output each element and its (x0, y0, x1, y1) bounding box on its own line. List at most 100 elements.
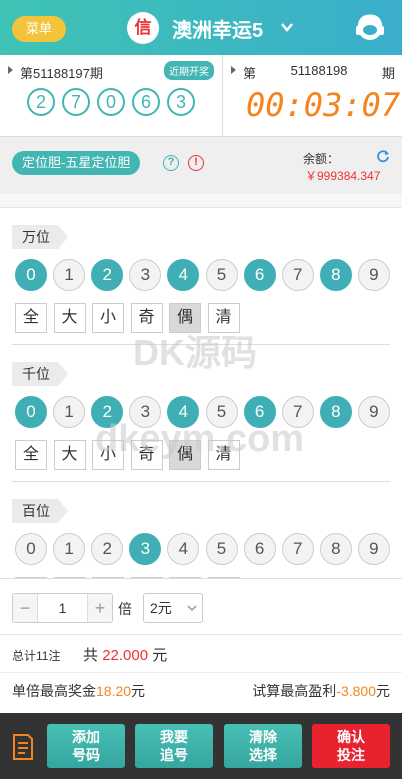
digit-ball[interactable]: 1 (53, 396, 86, 428)
position-section: 万位 0 1 2 3 4 5 6 7 8 9 全大小奇偶清 (0, 208, 402, 345)
chase-label: 我要追号 (160, 729, 188, 763)
current-period-prefix: 第 (243, 66, 257, 81)
total-amount-value: 22.000 (102, 647, 149, 664)
digit-ball[interactable]: 8 (319, 396, 352, 428)
quick-select-button[interactable]: 大 (53, 303, 86, 333)
bet-totals: 总计11注 共 22.000 元 单倍最高奖金18.20元 试算最高盈利-3.8… (0, 635, 402, 713)
max-profit-value: -3.800 (336, 683, 376, 699)
max-profit-suffix: 元 (376, 683, 390, 699)
position-label: 百位 (12, 499, 68, 523)
menu-button[interactable]: 菜单 (12, 16, 66, 42)
game-title[interactable]: 澳洲幸运5 (172, 14, 263, 43)
current-period-suffix: 期 (381, 66, 395, 81)
digit-ball[interactable]: 4 (167, 259, 200, 291)
play-mode-button[interactable]: 定位胆-五星定位胆 (12, 151, 141, 175)
chevron-down-icon[interactable] (280, 20, 294, 34)
digit-ball[interactable]: 5 (205, 533, 238, 565)
warning-icon[interactable]: ! (188, 155, 204, 171)
number-picker: 万位 0 1 2 3 4 5 6 7 8 9 全大小奇偶清千位 0 1 2 3 4 5 6 7 8 9 全大小奇偶清百位 0 1… (0, 208, 402, 578)
add-numbers-button[interactable]: 添加号码 (47, 724, 125, 768)
recent-draws-button[interactable]: 近期开奖 (164, 61, 214, 80)
digit-ball[interactable]: 5 (205, 259, 238, 291)
bet-settings: − 1 + 倍 2元 (0, 578, 402, 635)
digit-ball[interactable]: 2 (91, 396, 124, 428)
decrease-button[interactable]: − (13, 594, 37, 622)
digit-ball[interactable]: 0 (15, 396, 47, 428)
xin-logo-icon: 信 (127, 12, 159, 44)
result-ball: 6 (132, 88, 160, 116)
confirm-bet-button[interactable]: 确认投注 (312, 724, 390, 768)
quick-select-button[interactable]: 奇 (130, 440, 163, 470)
digit-ball[interactable]: 1 (53, 259, 86, 291)
quick-select-button[interactable]: 偶 (169, 303, 201, 333)
digit-ball[interactable]: 6 (243, 396, 276, 428)
digit-ball[interactable]: 3 (129, 396, 162, 428)
bet-slip-icon[interactable] (11, 733, 35, 761)
digit-ball[interactable]: 7 (281, 533, 314, 565)
clear-selection-button[interactable]: 清除选择 (224, 724, 302, 768)
digit-ball[interactable]: 9 (357, 396, 390, 428)
quick-select-button[interactable]: 偶 (169, 440, 201, 470)
position-label: 万位 (12, 225, 68, 249)
position-section: 百位0123456789全大小奇偶清 (0, 482, 402, 578)
unit-value: 2元 (150, 600, 172, 616)
customer-service-icon[interactable] (353, 11, 387, 45)
position-section: 千位 0 1 2 3 4 5 6 7 8 9 全大小奇偶清 (0, 345, 402, 482)
digit-ball[interactable]: 5 (205, 396, 238, 428)
digit-ball[interactable]: 2 (91, 533, 124, 565)
multiple-label: 倍 (118, 601, 132, 617)
chase-button[interactable]: 我要追号 (135, 724, 213, 768)
quick-select-button[interactable]: 全 (15, 303, 47, 333)
quick-select-button[interactable]: 清 (207, 440, 240, 470)
triangle-icon (231, 66, 236, 74)
max-prize-value: 18.20 (96, 683, 132, 699)
unit-select[interactable]: 2元 (143, 593, 203, 623)
digit-ball[interactable]: 7 (281, 396, 314, 428)
balance-label: 余额： (303, 152, 340, 166)
digit-ball[interactable]: 3 (129, 533, 162, 565)
total-count: 总计11注 (12, 649, 61, 663)
balance-value: ￥999384.347 (305, 169, 381, 183)
current-period: 第 51188198 期 (243, 63, 395, 82)
quick-select-button[interactable]: 小 (92, 303, 124, 333)
multiple-stepper: − 1 + (12, 593, 113, 623)
countdown-timer: 00:03:07 (246, 86, 401, 124)
divider (0, 672, 402, 673)
current-period-number: 51188198 (290, 63, 348, 78)
digit-ball[interactable]: 9 (357, 533, 390, 565)
multiple-input[interactable]: 1 (37, 594, 88, 622)
result-ball: 0 (97, 88, 125, 116)
play-mode-bar: 定位胆-五星定位胆 ? ! 余额： ￥999384.347 (0, 137, 402, 194)
total-amount-prefix: 共 (83, 647, 99, 664)
bottom-toolbar: 添加号码 我要追号 清除选择 确认投注 (0, 713, 402, 779)
digit-ball[interactable]: 0 (15, 259, 47, 291)
quick-select-button[interactable]: 全 (15, 440, 47, 470)
digit-ball[interactable]: 9 (357, 259, 390, 291)
draw-info: 第51188197期 近期开奖 2 7 0 6 3 第 51188198 期 0… (0, 55, 402, 137)
confirm-bet-label: 确认投注 (337, 729, 365, 763)
divider (0, 194, 402, 208)
quick-select-button[interactable]: 奇 (130, 303, 163, 333)
digit-ball[interactable]: 8 (319, 533, 352, 565)
digit-ball[interactable]: 4 (167, 533, 200, 565)
increase-button[interactable]: + (88, 594, 112, 622)
digit-ball[interactable]: 1 (53, 533, 86, 565)
quick-select-button[interactable]: 小 (92, 440, 124, 470)
total-amount: 共 22.000 元 (83, 644, 167, 665)
quick-select-button[interactable]: 大 (53, 440, 86, 470)
digit-ball[interactable]: 8 (319, 259, 352, 291)
quick-select-button[interactable]: 清 (207, 303, 240, 333)
digit-ball[interactable]: 0 (15, 533, 47, 565)
help-icon[interactable]: ? (163, 155, 179, 171)
digit-ball[interactable]: 6 (243, 533, 276, 565)
result-ball: 2 (27, 88, 55, 116)
max-prize: 单倍最高奖金18.20元 (12, 681, 145, 701)
refresh-icon[interactable] (376, 149, 390, 163)
top-header: 菜单 信 澳洲幸运5 (0, 0, 402, 55)
digit-ball[interactable]: 7 (281, 259, 314, 291)
digit-ball[interactable]: 4 (167, 396, 200, 428)
max-prize-label: 单倍最高奖金 (12, 683, 96, 699)
digit-ball[interactable]: 6 (243, 259, 276, 291)
digit-ball[interactable]: 2 (91, 259, 124, 291)
digit-ball[interactable]: 3 (129, 259, 162, 291)
